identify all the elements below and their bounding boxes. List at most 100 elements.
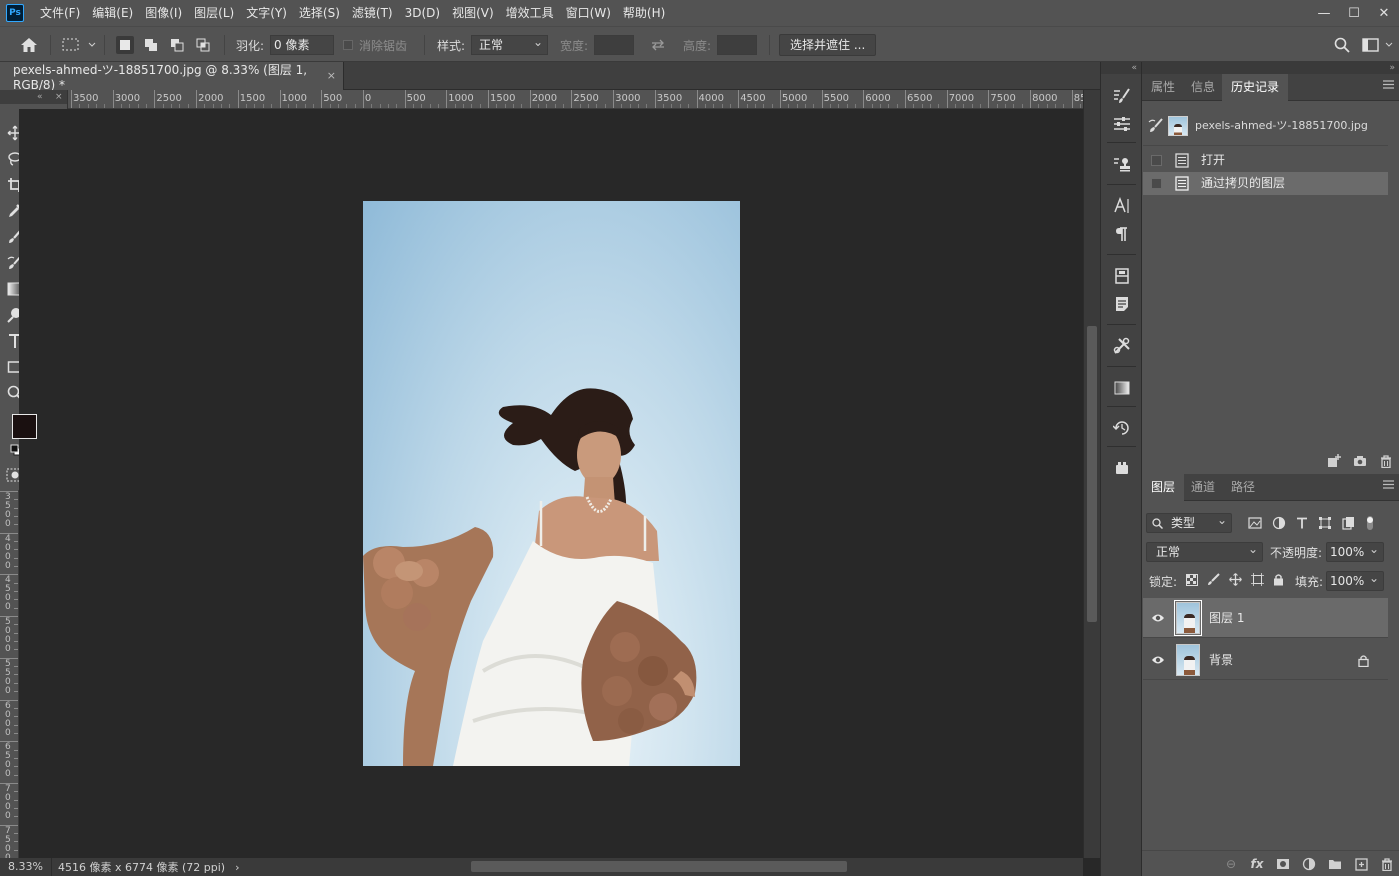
search-button[interactable] — [1334, 27, 1350, 63]
tool-preset-picker[interactable] — [62, 27, 96, 63]
restore-button[interactable]: ☐ — [1339, 0, 1369, 26]
layer-row-background[interactable]: 背景 — [1143, 640, 1388, 680]
lock-pixels-icon[interactable] — [1207, 573, 1220, 586]
new-document-from-state-button[interactable] — [1321, 450, 1347, 472]
filter-shape-icon[interactable] — [1318, 516, 1332, 530]
tab-paths[interactable]: 路径 — [1222, 474, 1264, 501]
filter-smart-object-icon[interactable] — [1342, 516, 1355, 530]
lock-all-icon[interactable] — [1273, 573, 1284, 586]
opacity-input[interactable]: 100% — [1326, 540, 1384, 562]
libraries-panel-button[interactable] — [1110, 264, 1134, 288]
tab-history[interactable]: 历史记录 — [1222, 74, 1289, 101]
history-brush-source-icon[interactable] — [1148, 118, 1164, 134]
panel-strip-collapse-icon[interactable]: « — [1101, 62, 1141, 74]
menu-layer[interactable]: 图层(L) — [188, 0, 240, 26]
menu-select[interactable]: 选择(S) — [293, 0, 346, 26]
menu-filter[interactable]: 滤镜(T) — [346, 0, 399, 26]
horizontal-scrollbar[interactable] — [240, 858, 1083, 876]
layer-name[interactable]: 背景 — [1209, 640, 1233, 680]
notes-panel-button[interactable] — [1110, 292, 1134, 316]
tab-channels[interactable]: 通道 — [1182, 474, 1224, 501]
select-and-mask-button[interactable]: 选择并遮住 ... — [779, 34, 877, 56]
menu-file[interactable]: 文件(F) — [34, 0, 86, 26]
history-item[interactable]: 打开 — [1143, 149, 1388, 172]
style-select[interactable]: 正常 — [471, 33, 548, 55]
new-selection-button[interactable] — [116, 36, 134, 54]
zoom-level[interactable]: 8.33% — [0, 858, 52, 876]
history-snapshot[interactable]: pexels-ahmed-ツ-18851700.jpg — [1143, 106, 1388, 146]
tab-properties[interactable]: 属性 — [1142, 74, 1184, 101]
horizontal-scroll-thumb[interactable] — [471, 861, 847, 872]
history-panel-menu-icon[interactable] — [1383, 80, 1394, 89]
panels-collapse-icon[interactable]: » — [1142, 62, 1399, 74]
close-tab-icon[interactable]: × — [327, 69, 336, 82]
vertical-scroll-thumb[interactable] — [1087, 326, 1097, 622]
menu-help[interactable]: 帮助(H) — [617, 0, 671, 26]
layer-style-button[interactable]: fx — [1244, 853, 1270, 875]
add-selection-button[interactable] — [142, 36, 160, 54]
new-layer-button[interactable] — [1348, 853, 1374, 875]
paragraph-panel-button[interactable] — [1110, 222, 1134, 246]
swap-dimensions-button[interactable] — [650, 27, 666, 63]
toolbox-collapse-icon[interactable]: « — [37, 90, 43, 104]
vertical-scrollbar[interactable] — [1083, 90, 1100, 858]
home-button[interactable] — [20, 27, 38, 63]
width-input[interactable] — [594, 35, 634, 55]
height-input[interactable] — [717, 35, 757, 55]
fill-input[interactable]: 100% — [1326, 569, 1384, 591]
feather-input[interactable]: 0 像素 — [270, 35, 334, 55]
foreground-color-swatch[interactable] — [12, 414, 37, 439]
antialias-checkbox[interactable] — [343, 40, 353, 50]
new-snapshot-button[interactable] — [1347, 450, 1373, 472]
add-mask-button[interactable] — [1270, 853, 1296, 875]
document-tab[interactable]: pexels-ahmed-ツ-18851700.jpg @ 8.33% (图层 … — [0, 62, 344, 92]
menu-edit[interactable]: 编辑(E) — [86, 0, 139, 26]
intersect-selection-button[interactable] — [194, 36, 212, 54]
close-window-button[interactable]: ✕ — [1369, 0, 1399, 26]
menu-3d[interactable]: 3D(D) — [399, 0, 446, 26]
delete-state-button[interactable] — [1373, 450, 1399, 472]
history-source-checkbox[interactable] — [1151, 155, 1162, 166]
layer-row[interactable]: 图层 1 — [1143, 598, 1388, 638]
adjustments-panel-button[interactable] — [1110, 112, 1134, 136]
lock-icon[interactable] — [1358, 654, 1369, 667]
filter-pixel-icon[interactable] — [1248, 517, 1262, 529]
character-panel-button[interactable] — [1110, 194, 1134, 218]
history-source-checkbox[interactable] — [1151, 178, 1162, 189]
link-layers-button[interactable]: ⊖ — [1218, 853, 1244, 875]
layer-name[interactable]: 图层 1 — [1209, 598, 1244, 638]
menu-plugins[interactable]: 增效工具 — [500, 0, 560, 26]
gradients-panel-button[interactable] — [1110, 376, 1134, 400]
filter-adjustment-icon[interactable] — [1272, 516, 1286, 530]
layers-panel-menu-icon[interactable] — [1383, 480, 1394, 489]
menu-type[interactable]: 文字(Y) — [240, 0, 293, 26]
menu-image[interactable]: 图像(I) — [139, 0, 188, 26]
minimize-button[interactable]: — — [1309, 0, 1339, 26]
delete-layer-button[interactable] — [1374, 853, 1399, 875]
workspace-button[interactable] — [1362, 27, 1394, 63]
toolbox-close-icon[interactable]: × — [55, 90, 63, 104]
new-adjustment-layer-button[interactable] — [1296, 853, 1322, 875]
tab-layers[interactable]: 图层 — [1142, 474, 1185, 501]
clone-source-panel-button[interactable] — [1110, 152, 1134, 176]
lock-position-icon[interactable] — [1229, 573, 1242, 586]
new-group-button[interactable] — [1322, 853, 1348, 875]
blend-mode-select[interactable]: 正常 — [1146, 540, 1263, 562]
brush-settings-panel-button[interactable] — [1110, 84, 1134, 108]
tool-presets-panel-button[interactable] — [1110, 334, 1134, 358]
filter-type-icon[interactable] — [1296, 517, 1308, 529]
menu-view[interactable]: 视图(V) — [446, 0, 500, 26]
lock-artboard-icon[interactable] — [1251, 573, 1264, 586]
filter-toggle-icon[interactable] — [1365, 515, 1375, 531]
history-item-selected[interactable]: 通过拷贝的图层 — [1143, 172, 1388, 195]
history-panel-button[interactable] — [1110, 416, 1134, 440]
status-menu-arrow[interactable]: › — [235, 861, 239, 874]
menu-window[interactable]: 窗口(W) — [560, 0, 617, 26]
eye-icon[interactable] — [1151, 612, 1165, 624]
actions-panel-button[interactable] — [1110, 456, 1134, 480]
document-image[interactable] — [363, 201, 740, 766]
lock-transparent-icon[interactable] — [1186, 573, 1198, 586]
tab-info[interactable]: 信息 — [1182, 74, 1224, 101]
subtract-selection-button[interactable] — [168, 36, 186, 54]
eye-icon[interactable] — [1151, 654, 1165, 666]
